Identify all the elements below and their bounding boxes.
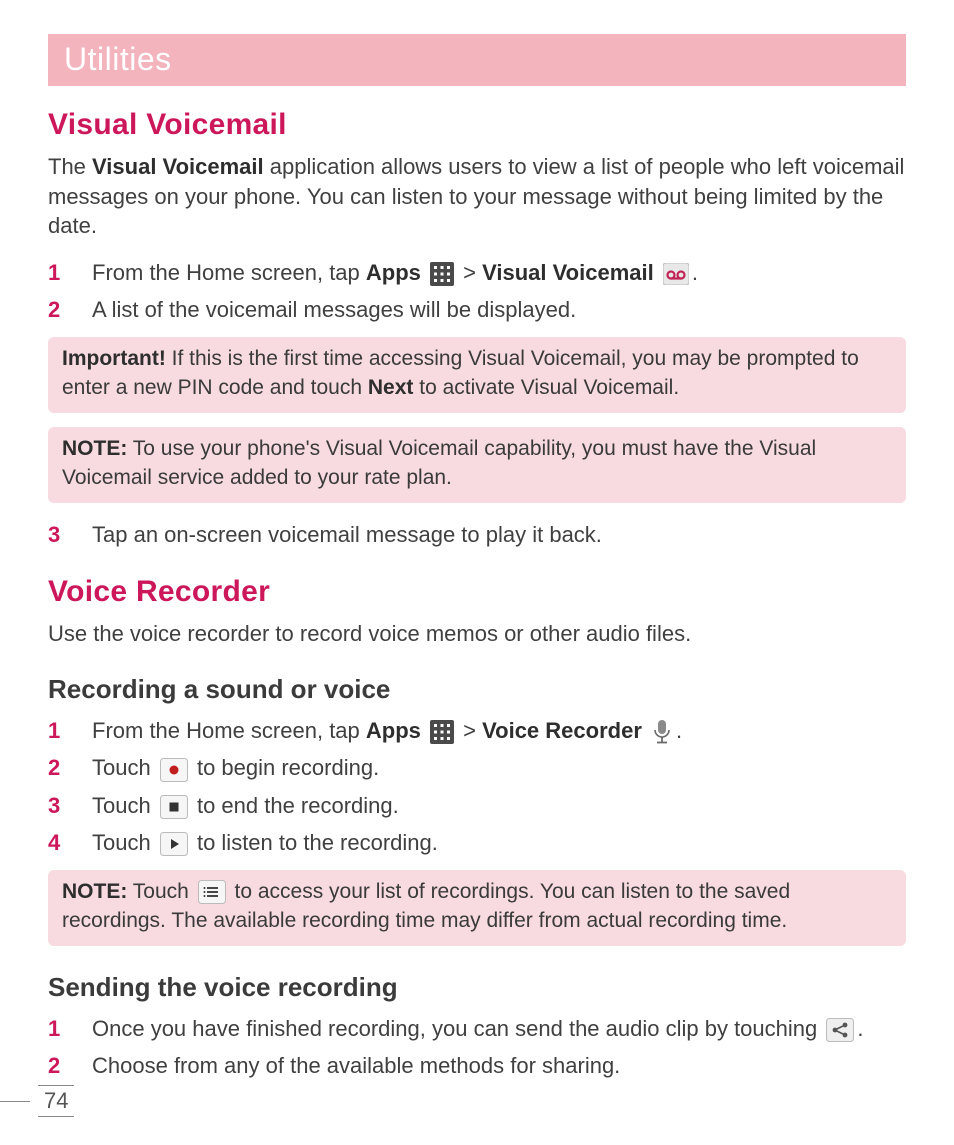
text: Once you have finished recording, you ca… bbox=[92, 1016, 823, 1041]
text-bold: Next bbox=[368, 376, 414, 399]
text: . bbox=[692, 260, 698, 285]
text: From the Home screen, tap bbox=[92, 718, 366, 743]
step-number: 1 bbox=[48, 713, 60, 748]
callout-label: Important! bbox=[62, 347, 166, 370]
step-item: 2 Choose from any of the available metho… bbox=[48, 1048, 906, 1083]
important-callout: Important! If this is the first time acc… bbox=[48, 337, 906, 413]
text-bold: Apps bbox=[366, 260, 421, 285]
step-item: 1 From the Home screen, tap Apps > Visua… bbox=[48, 255, 906, 290]
apps-grid-icon bbox=[430, 262, 454, 286]
text: Tap an on-screen voicemail message to pl… bbox=[92, 522, 602, 547]
text: Touch bbox=[92, 755, 157, 780]
text: From the Home screen, tap bbox=[92, 260, 366, 285]
voicemail-icon bbox=[663, 263, 689, 285]
step-number: 2 bbox=[48, 292, 60, 327]
text-bold: Visual Voicemail bbox=[482, 260, 654, 285]
text: to activate Visual Voicemail. bbox=[413, 376, 679, 399]
callout-label: NOTE: bbox=[62, 880, 127, 903]
text: Touch bbox=[127, 880, 194, 903]
heading-voice-recorder: Voice Recorder bbox=[48, 575, 906, 609]
step-item: 3 Touch to end the recording. bbox=[48, 788, 906, 823]
vv-intro: The Visual Voicemail application allows … bbox=[48, 152, 906, 241]
text: . bbox=[676, 718, 682, 743]
text: . bbox=[857, 1016, 863, 1041]
play-button-icon bbox=[160, 832, 188, 856]
heading-sending: Sending the voice recording bbox=[48, 972, 906, 1003]
text: > bbox=[463, 718, 482, 743]
recording-steps: 1 From the Home screen, tap Apps > Voice… bbox=[48, 713, 906, 860]
note-callout: NOTE: To use your phone's Visual Voicema… bbox=[48, 427, 906, 503]
apps-grid-icon bbox=[430, 720, 454, 744]
step-number: 2 bbox=[48, 1048, 60, 1083]
text-bold: Visual Voicemail bbox=[92, 154, 264, 179]
text: > bbox=[463, 260, 482, 285]
banner-title: Utilities bbox=[64, 41, 172, 77]
stop-button-icon bbox=[160, 795, 188, 819]
callout-label: NOTE: bbox=[62, 437, 127, 460]
step-item: 2 Touch to begin recording. bbox=[48, 750, 906, 785]
page-number: 74 bbox=[38, 1085, 74, 1117]
step-number: 3 bbox=[48, 788, 60, 823]
page-footer: 74 bbox=[0, 1085, 74, 1117]
footer-rule bbox=[0, 1101, 30, 1102]
record-button-icon bbox=[160, 758, 188, 782]
step-number: 2 bbox=[48, 750, 60, 785]
vv-steps: 1 From the Home screen, tap Apps > Visua… bbox=[48, 255, 906, 327]
text: to listen to the recording. bbox=[197, 830, 438, 855]
step-number: 1 bbox=[48, 255, 60, 290]
text: To use your phone's Visual Voicemail cap… bbox=[62, 437, 816, 489]
text: Choose from any of the available methods… bbox=[92, 1053, 620, 1078]
section-banner: Utilities bbox=[48, 34, 906, 86]
text: Touch bbox=[92, 793, 157, 818]
step-item: 1 Once you have finished recording, you … bbox=[48, 1011, 906, 1046]
heading-recording: Recording a sound or voice bbox=[48, 674, 906, 705]
note-callout: NOTE: Touch to access your list of recor… bbox=[48, 870, 906, 946]
step-item: 4 Touch to listen to the recording. bbox=[48, 825, 906, 860]
step-item: 1 From the Home screen, tap Apps > Voice… bbox=[48, 713, 906, 748]
microphone-icon bbox=[651, 719, 673, 745]
text: Touch bbox=[92, 830, 157, 855]
sending-steps: 1 Once you have finished recording, you … bbox=[48, 1011, 906, 1083]
text-bold: Voice Recorder bbox=[482, 718, 642, 743]
text-bold: Apps bbox=[366, 718, 421, 743]
step-number: 1 bbox=[48, 1011, 60, 1046]
heading-visual-voicemail: Visual Voicemail bbox=[48, 108, 906, 142]
step-item: 3 Tap an on-screen voicemail message to … bbox=[48, 517, 906, 552]
text: to end the recording. bbox=[197, 793, 399, 818]
step-number: 3 bbox=[48, 517, 60, 552]
list-button-icon bbox=[198, 880, 226, 904]
text: A list of the voicemail messages will be… bbox=[92, 297, 576, 322]
vv-steps-continued: 3 Tap an on-screen voicemail message to … bbox=[48, 517, 906, 552]
step-number: 4 bbox=[48, 825, 60, 860]
step-item: 2 A list of the voicemail messages will … bbox=[48, 292, 906, 327]
text: to begin recording. bbox=[197, 755, 379, 780]
text: The bbox=[48, 154, 92, 179]
vr-intro: Use the voice recorder to record voice m… bbox=[48, 619, 906, 649]
share-button-icon bbox=[826, 1018, 854, 1042]
